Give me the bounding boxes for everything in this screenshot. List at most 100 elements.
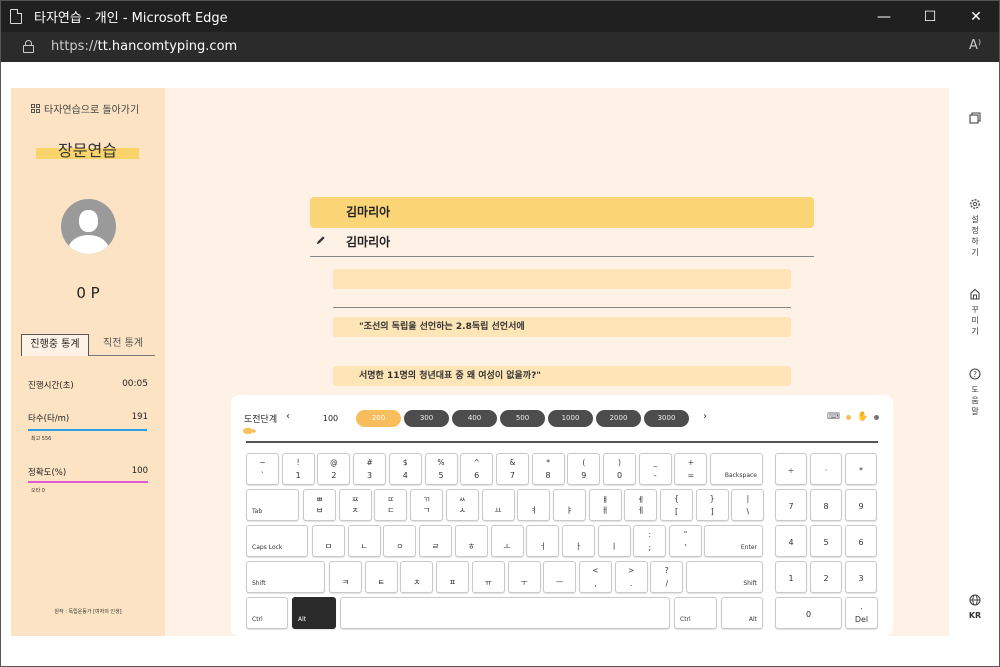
numpad-key-2[interactable]: 2	[810, 561, 842, 593]
key-alt-right[interactable]: Alt	[721, 597, 763, 629]
numpad-key-del[interactable]: . Del	[845, 597, 878, 629]
key-ㅏ[interactable]: ㅏ	[561, 525, 595, 557]
key-ㅑ[interactable]: ㅑ	[552, 489, 586, 521]
key-ㅇ[interactable]: ㅇ	[383, 525, 417, 557]
numpad-key-÷[interactable]: ÷	[775, 453, 807, 485]
key-/[interactable]: ? /	[650, 561, 684, 593]
stage-next-button[interactable]: ›	[703, 411, 707, 422]
key-ㄴ[interactable]: ㄴ	[347, 525, 381, 557]
key-alt-left[interactable]: Alt	[292, 597, 336, 629]
key-ㅕ[interactable]: ㅕ	[517, 489, 551, 521]
key-ㄹ[interactable]: ㄹ	[419, 525, 453, 557]
numpad-key-7[interactable]: 7	[775, 489, 807, 521]
typing-input-line[interactable]: 김마리아	[310, 232, 814, 257]
key-backspace[interactable]: Backspace	[710, 453, 763, 485]
numpad-key-6[interactable]: 6	[845, 525, 877, 557]
key-5[interactable]: % 5	[424, 453, 458, 485]
key-;[interactable]: :;	[633, 525, 667, 557]
key-ㅋ[interactable]: ㅋ	[329, 561, 362, 593]
maximize-button[interactable]: ☐	[907, 1, 953, 32]
key-ctrl-right[interactable]: Ctrl	[674, 597, 717, 629]
key-ㅍ[interactable]: ㅍ	[436, 561, 470, 593]
key-enter[interactable]: Enter	[704, 525, 763, 557]
popup-icon-button[interactable]	[953, 112, 997, 128]
numpad-key-4[interactable]: 4	[775, 525, 807, 557]
stage-pill-400[interactable]: 400	[452, 410, 497, 427]
key-7[interactable]: & 7	[495, 453, 529, 485]
key-0[interactable]: ) 0	[603, 453, 636, 485]
key-ㅡ[interactable]: ㅡ	[543, 561, 577, 593]
key-`[interactable]: ~ `	[246, 453, 279, 485]
numpad-key-*[interactable]: *	[845, 453, 877, 485]
key-ㅜ[interactable]: ㅜ	[507, 561, 541, 593]
stage-pill-3000[interactable]: 3000	[644, 410, 689, 427]
stage-pill-200[interactable]: 200	[356, 410, 401, 427]
key-caps-lock[interactable]: Caps Lock	[246, 525, 308, 557]
stage-prev-button[interactable]: ‹	[286, 411, 290, 422]
key-ㅓ[interactable]: ㅓ	[526, 525, 560, 557]
numpad-key-8[interactable]: 8	[810, 489, 842, 521]
key-[[interactable]: {[	[660, 489, 693, 521]
numpad-key-1[interactable]: 1	[775, 561, 807, 593]
key-ㅐ[interactable]: ㅒㅐ	[588, 489, 622, 521]
language-button[interactable]: KR	[953, 594, 997, 621]
key-ㅂ[interactable]: ㅃㅂ	[303, 489, 336, 521]
key-ㅊ[interactable]: ㅊ	[400, 561, 434, 593]
key-ㅗ[interactable]: ㅗ	[490, 525, 524, 557]
key-ㄷ[interactable]: ㄸㄷ	[374, 489, 408, 521]
key-ctrl-left[interactable]: Ctrl	[246, 597, 288, 629]
hand-toggle-dot[interactable]	[874, 414, 880, 420]
key-ㅌ[interactable]: ㅌ	[364, 561, 398, 593]
numpad-key-0[interactable]: 0	[775, 597, 842, 629]
key-space[interactable]	[340, 597, 670, 629]
key-.[interactable]: >.	[614, 561, 648, 593]
decorate-button[interactable]: 꾸 미 기	[953, 288, 997, 337]
stage-pill-500[interactable]: 500	[500, 410, 545, 427]
read-aloud-icon[interactable]: A⁾	[969, 38, 981, 53]
key-4[interactable]: $4	[388, 453, 422, 485]
key-\[interactable]: | \	[731, 489, 765, 521]
key-ㅛ[interactable]: ㅛ	[481, 489, 515, 521]
key-6[interactable]: ^ 6	[460, 453, 494, 485]
key-ㅔ[interactable]: ㅖㅔ	[624, 489, 658, 521]
keyboard-toggle-dot[interactable]	[846, 414, 851, 420]
key-1[interactable]: ! 1	[281, 453, 315, 485]
stage-pill-100[interactable]: 100	[308, 410, 353, 427]
key-ㅠ[interactable]: ㅠ	[471, 561, 505, 593]
minimize-button[interactable]: —	[861, 1, 907, 32]
key-ㅅ[interactable]: ㅆㅅ	[445, 489, 479, 521]
numpad-key-3[interactable]: 3	[845, 561, 877, 593]
numpad-key-5[interactable]: 5	[810, 525, 842, 557]
key-2[interactable]: @2	[317, 453, 351, 485]
key-,[interactable]: <,	[578, 561, 612, 593]
key-ㄱ[interactable]: ㄲㄱ	[410, 489, 444, 521]
key-=[interactable]: + =	[674, 453, 708, 485]
key-][interactable]: }]	[695, 489, 729, 521]
numpad-key-·[interactable]: ·	[810, 453, 842, 485]
tab-previous-stats[interactable]: 직전 통계	[91, 334, 155, 356]
key-3[interactable]: #3	[353, 453, 387, 485]
stage-pill-2000[interactable]: 2000	[596, 410, 641, 427]
key-'[interactable]: " '	[669, 525, 702, 557]
keyboard-icon[interactable]: ⌨	[827, 412, 840, 422]
tab-current-stats[interactable]: 진행중 통계	[21, 334, 89, 356]
numpad-key-9[interactable]: 9	[845, 489, 877, 521]
stage-pill-300[interactable]: 300	[404, 410, 449, 427]
key-ㅣ[interactable]: ㅣ	[597, 525, 631, 557]
key-shift-right[interactable]: Shift	[686, 561, 763, 593]
key-shift-left[interactable]: Shift	[246, 561, 325, 593]
key--[interactable]: _ -	[638, 453, 672, 485]
url-text[interactable]: https://tt.hancomtyping.com	[51, 39, 237, 54]
key-8[interactable]: * 8	[531, 453, 565, 485]
close-button[interactable]: ✕	[953, 1, 999, 32]
key-ㅎ[interactable]: ㅎ	[454, 525, 488, 557]
key-9[interactable]: (9	[567, 453, 601, 485]
key-tab[interactable]: Tab	[246, 489, 299, 521]
back-to-typing-link[interactable]: 타자연습으로 돌아가기	[31, 101, 139, 116]
stage-pill-1000[interactable]: 1000	[548, 410, 593, 427]
settings-button[interactable]: 설 정 하 기	[953, 198, 997, 258]
key-ㅁ[interactable]: ㅁ	[312, 525, 345, 557]
help-button[interactable]: ? 도 움 말	[953, 368, 997, 417]
hand-icon[interactable]: ✋	[857, 412, 868, 422]
lock-icon[interactable]	[23, 40, 34, 53]
